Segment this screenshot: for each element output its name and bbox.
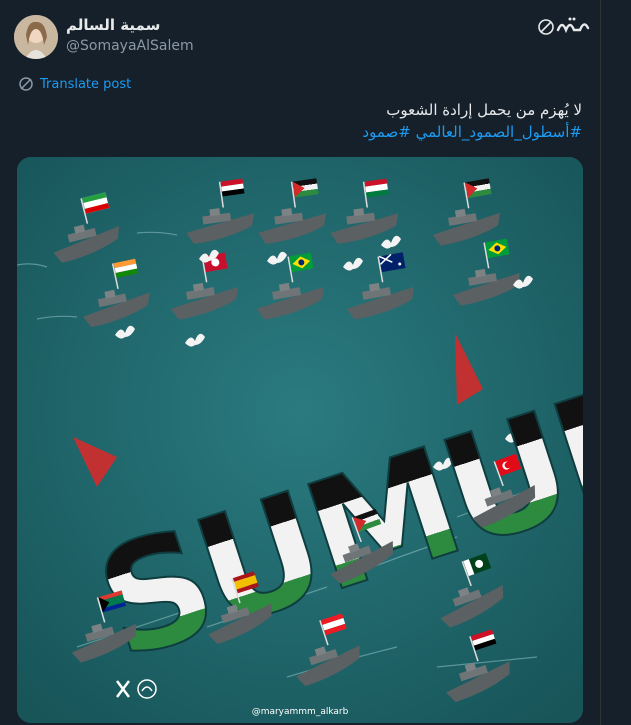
avatar[interactable] [14,15,58,59]
flotilla-illustration: SUMUD [17,157,583,723]
watermark-strip: mashreghnews.ir [600,0,631,725]
author-handle[interactable]: @SomayaAlSalem [66,38,194,54]
tweet-card: سمية السالم @SomayaAlSalem Translate pos… [0,0,600,725]
hashtag-line: #أسطول_الصمود_العالمي #صمود [362,123,582,141]
hashtag-global-sumud-flotilla[interactable]: #أسطول_الصمود_العالمي [416,123,582,141]
translate-post-button[interactable]: Translate post [18,76,131,92]
hashtag-sumud[interactable]: #صمود [362,123,410,141]
globe-slash-icon [19,77,33,91]
image-credit: @maryammm_alkarb [251,707,349,717]
tweet-text: لا يُهزم من يحمل إرادة الشعوب [386,101,582,119]
site-logo [532,12,594,46]
translate-post-label: Translate post [40,76,132,92]
tweet-media-image[interactable]: SUMUD @maryammm_alkarb [17,157,583,723]
avatar-image [14,15,58,59]
author-display-name[interactable]: سمية السالم [66,16,160,34]
